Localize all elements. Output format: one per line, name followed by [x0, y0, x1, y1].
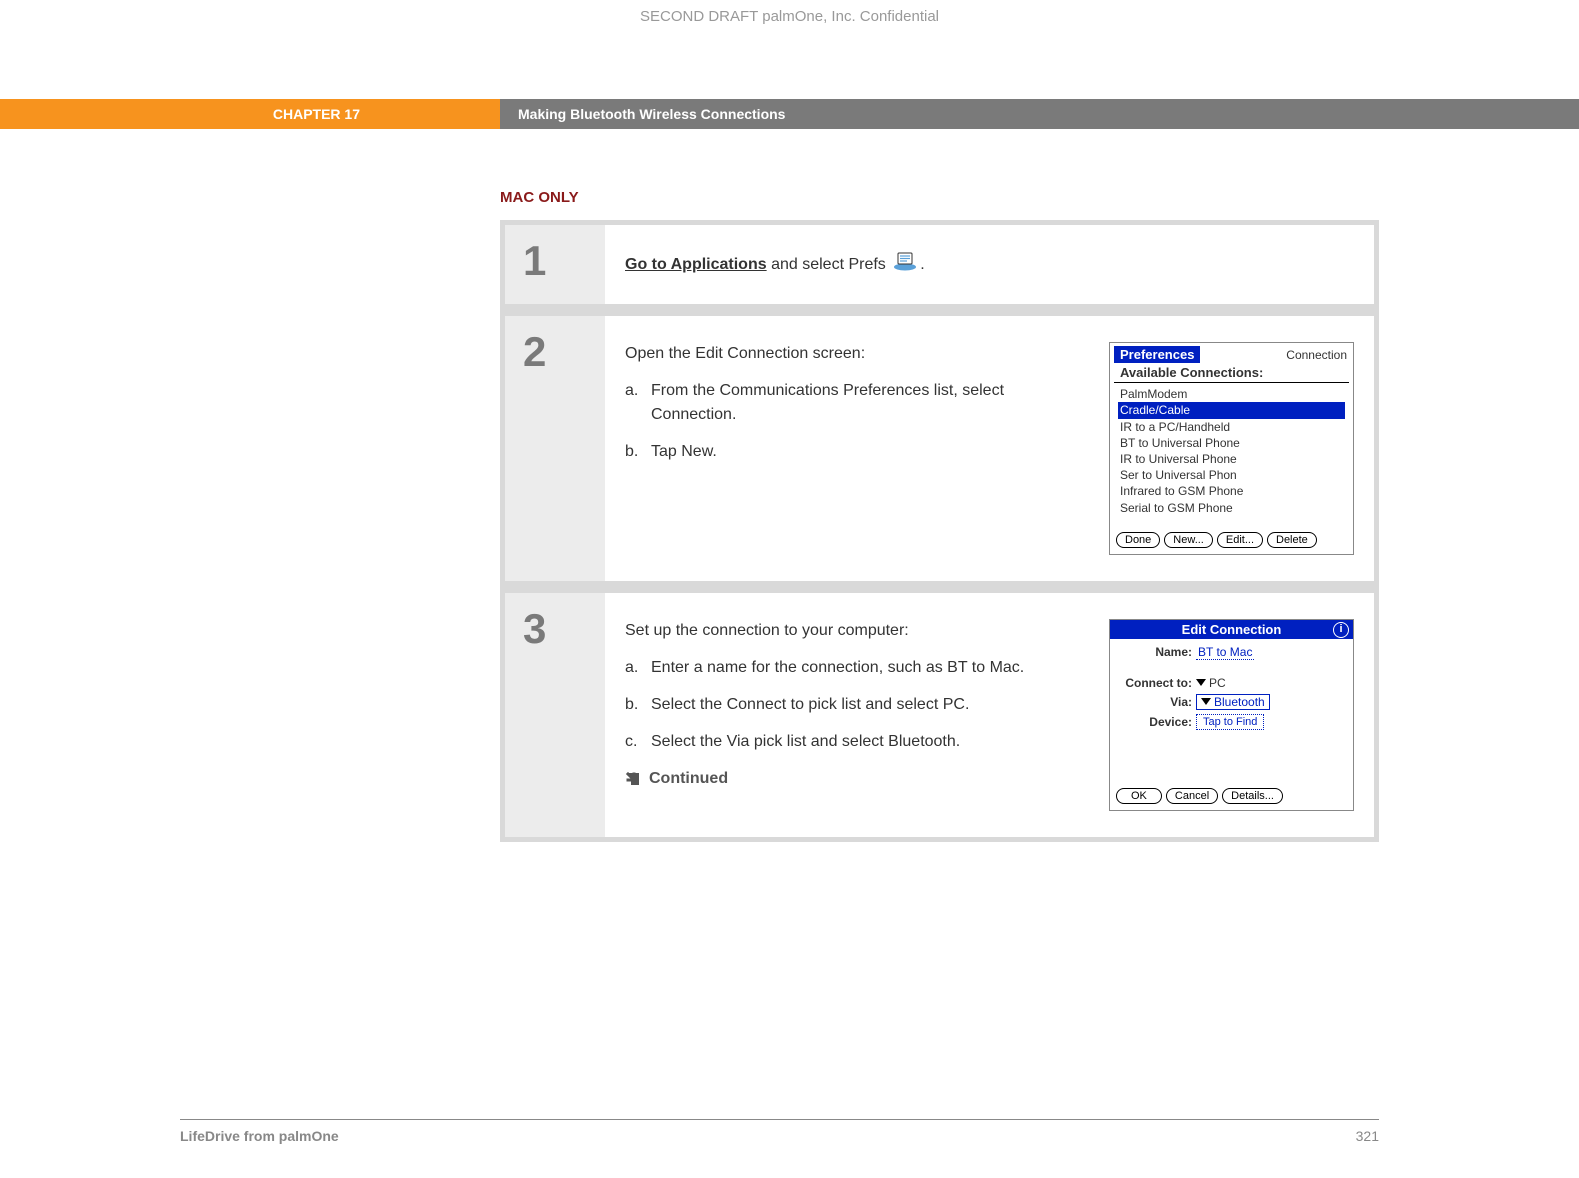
substep-letter: a. [625, 656, 651, 679]
list-item[interactable]: PalmModem [1118, 386, 1345, 402]
device-tap-to-find[interactable]: Tap to Find [1196, 714, 1264, 730]
list-item[interactable]: Ser to Universal Phon [1118, 467, 1345, 483]
name-field[interactable]: BT to Mac [1196, 645, 1254, 660]
substep-letter: a. [625, 379, 651, 425]
continued-indicator: Continued [625, 767, 1085, 790]
cancel-button[interactable]: Cancel [1166, 788, 1218, 804]
name-label: Name: [1118, 645, 1196, 659]
connect-to-picklist[interactable]: PC [1196, 676, 1226, 690]
info-icon[interactable]: i [1333, 622, 1349, 638]
chapter-bar: CHAPTER 17 Making Bluetooth Wireless Con… [0, 99, 1579, 129]
step-1: 1 Go to Applications and select Prefs . [505, 225, 1374, 304]
details-button[interactable]: Details... [1222, 788, 1283, 804]
substep-letter: c. [625, 730, 651, 753]
chapter-number: CHAPTER 17 [0, 99, 500, 129]
confidential-header: SECOND DRAFT palmOne, Inc. Confidential [0, 0, 1579, 25]
via-label: Via: [1118, 695, 1196, 709]
dropdown-icon [1196, 679, 1206, 686]
list-item[interactable]: IR to Universal Phone [1118, 451, 1345, 467]
ok-button[interactable]: OK [1116, 788, 1162, 804]
substep-letter: b. [625, 440, 651, 463]
palm-preferences-screenshot: Preferences Connection Available Connect… [1109, 342, 1354, 555]
chapter-title: Making Bluetooth Wireless Connections [500, 99, 1579, 129]
substep-text: Select the Via pick list and select Blue… [651, 730, 960, 753]
step-2-lead: Open the Edit Connection screen: [625, 342, 1085, 365]
continued-label: Continued [649, 767, 728, 790]
connections-list: PalmModem Cradle/Cable IR to a PC/Handhe… [1118, 386, 1345, 516]
connect-to-label: Connect to: [1118, 676, 1196, 690]
available-connections-header: Available Connections: [1114, 365, 1349, 383]
list-item[interactable]: Serial to GSM Phone [1118, 500, 1345, 516]
step-number: 3 [505, 593, 605, 837]
delete-button[interactable]: Delete [1267, 532, 1317, 548]
page-number: 321 [1356, 1128, 1379, 1144]
platform-label: MAC ONLY [500, 189, 1379, 206]
palm-title: Preferences [1114, 346, 1200, 363]
list-item-selected[interactable]: Cradle/Cable [1118, 402, 1345, 418]
substep-letter: b. [625, 693, 651, 716]
list-item[interactable]: BT to Universal Phone [1118, 435, 1345, 451]
palm-category: Connection [1286, 348, 1347, 362]
step-number: 2 [505, 316, 605, 581]
steps-container: 1 Go to Applications and select Prefs . … [500, 220, 1379, 842]
done-button[interactable]: Done [1116, 532, 1160, 548]
step-2: 2 Open the Edit Connection screen: a.Fro… [505, 316, 1374, 581]
content-area: MAC ONLY 1 Go to Applications and select… [500, 189, 1379, 842]
step-1-period: . [920, 256, 924, 273]
list-item[interactable]: IR to a PC/Handheld [1118, 419, 1345, 435]
new-button[interactable]: New... [1164, 532, 1213, 548]
via-picklist[interactable]: Bluetooth [1196, 694, 1270, 710]
step-number: 1 [505, 225, 605, 304]
continued-arrow-icon [625, 771, 641, 787]
step-3: 3 Set up the connection to your computer… [505, 593, 1374, 837]
footer-product: LifeDrive from palmOne [180, 1128, 339, 1144]
device-label: Device: [1118, 715, 1196, 729]
edit-button[interactable]: Edit... [1217, 532, 1263, 548]
dropdown-icon [1201, 698, 1211, 705]
page-footer: LifeDrive from palmOne 321 [180, 1119, 1379, 1144]
substep-text: Select the Connect to pick list and sele… [651, 693, 969, 716]
substep-text: Enter a name for the connection, such as… [651, 656, 1024, 679]
prefs-icon [892, 251, 918, 278]
substep-text: Tap New. [651, 440, 717, 463]
substep-text: From the Communications Preferences list… [651, 379, 1085, 425]
step-3-lead: Set up the connection to your computer: [625, 619, 1085, 642]
palm-title: Edit Connection [1182, 622, 1282, 637]
list-item[interactable]: Infrared to GSM Phone [1118, 483, 1345, 499]
step-1-text: and select Prefs [767, 256, 891, 273]
palm-edit-connection-screenshot: Edit Connection i Name: BT to Mac Connec… [1109, 619, 1354, 811]
go-to-applications-link[interactable]: Go to Applications [625, 256, 767, 273]
